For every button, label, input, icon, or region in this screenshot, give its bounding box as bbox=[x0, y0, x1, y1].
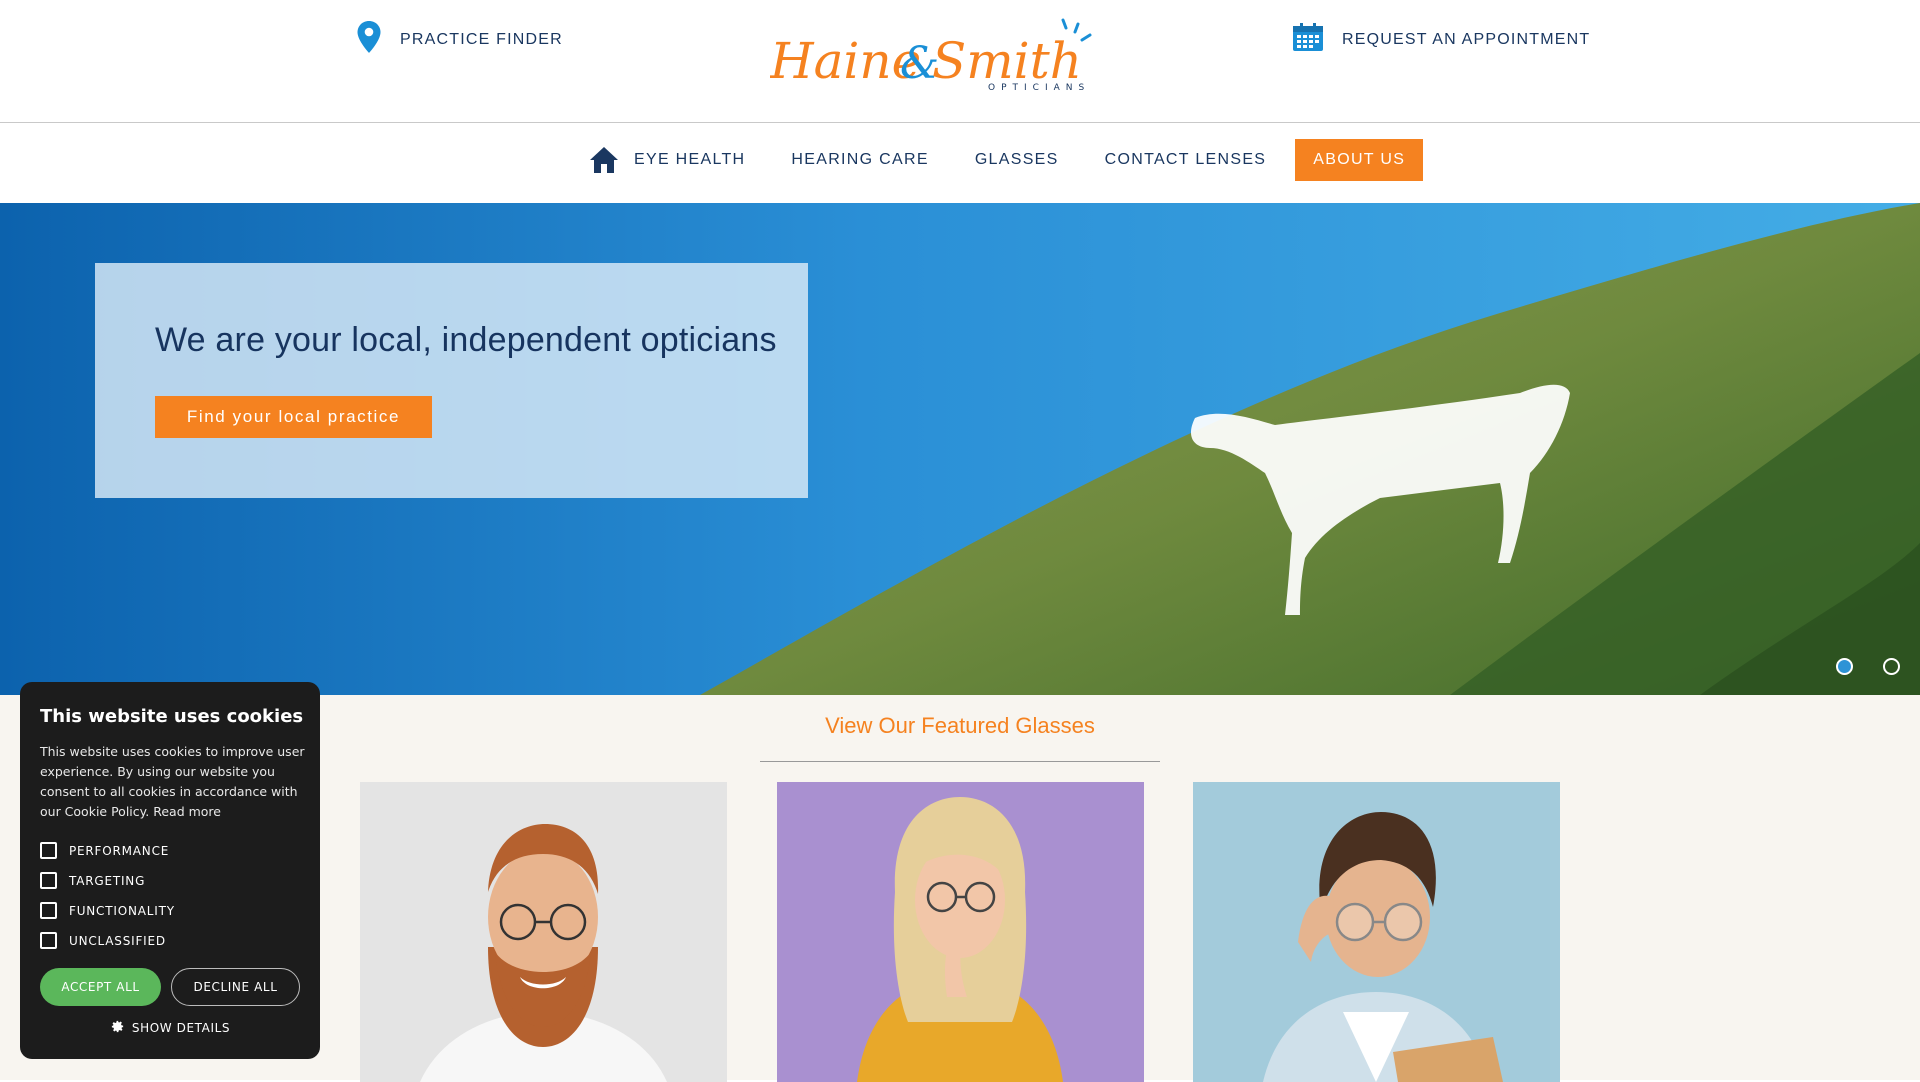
request-appointment-link[interactable]: REQUEST AN APPOINTMENT bbox=[1292, 22, 1590, 57]
cookie-option-functionality[interactable]: FUNCTIONALITY bbox=[40, 902, 175, 919]
nav-item-glasses[interactable]: GLASSES bbox=[952, 139, 1082, 181]
hero-carousel: We are your local, independent opticians… bbox=[0, 203, 1920, 695]
featured-card-woman[interactable] bbox=[777, 782, 1144, 1082]
product-image-man bbox=[360, 782, 727, 1082]
home-icon[interactable] bbox=[586, 142, 622, 178]
product-image-woman bbox=[777, 782, 1144, 1082]
checkbox-targeting[interactable] bbox=[40, 872, 57, 889]
checkbox-performance[interactable] bbox=[40, 842, 57, 859]
cookie-option-performance[interactable]: PERFORMANCE bbox=[40, 842, 169, 859]
nav-item-eye-health[interactable]: EYE HEALTH bbox=[634, 139, 768, 181]
product-image-boy bbox=[1193, 782, 1560, 1082]
show-details-label: SHOW DETAILS bbox=[131, 1021, 231, 1035]
cookie-option-unclassified[interactable]: UNCLASSIFIED bbox=[40, 932, 166, 949]
cookie-option-label: TARGETING bbox=[69, 873, 146, 888]
checkbox-unclassified[interactable] bbox=[40, 932, 57, 949]
cookie-consent-panel: This website uses cookies This website u… bbox=[20, 682, 320, 1059]
featured-card-boy[interactable] bbox=[1193, 782, 1560, 1082]
main-nav: EYE HEALTH HEARING CARE GLASSES CONTACT … bbox=[0, 124, 1920, 203]
featured-card-man[interactable] bbox=[360, 782, 727, 1082]
map-pin-icon bbox=[356, 20, 382, 59]
practice-finder-label: PRACTICE FINDER bbox=[400, 30, 563, 48]
calendar-icon bbox=[1292, 22, 1324, 57]
request-appointment-label: REQUEST AN APPOINTMENT bbox=[1342, 30, 1591, 48]
nav-item-contact-lenses[interactable]: CONTACT LENSES bbox=[1082, 139, 1290, 181]
cookie-option-label: FUNCTIONALITY bbox=[69, 903, 175, 918]
hero-title: We are your local, independent opticians bbox=[155, 321, 777, 359]
cookie-option-label: UNCLASSIFIED bbox=[69, 933, 166, 948]
svg-text:Smith: Smith bbox=[932, 32, 1082, 90]
top-header: PRACTICE FINDER Haine & Smith OPTICIANS … bbox=[0, 0, 1920, 123]
gear-icon bbox=[110, 1019, 125, 1037]
cookie-text: This website uses cookies to improve use… bbox=[40, 742, 305, 822]
carousel-dot-2[interactable] bbox=[1883, 658, 1900, 675]
cookie-title: This website uses cookies bbox=[40, 706, 304, 727]
checkbox-functionality[interactable] bbox=[40, 902, 57, 919]
practice-finder-link[interactable]: PRACTICE FINDER bbox=[356, 20, 563, 59]
decline-all-button[interactable]: DECLINE ALL bbox=[171, 968, 300, 1006]
cookie-option-label: PERFORMANCE bbox=[69, 843, 170, 858]
carousel-dot-1[interactable] bbox=[1836, 658, 1853, 675]
nav-item-about-us[interactable]: ABOUT US bbox=[1295, 139, 1424, 181]
show-details-button[interactable]: SHOW DETAILS bbox=[20, 1019, 320, 1037]
nav-item-hearing-care[interactable]: HEARING CARE bbox=[768, 139, 951, 181]
svg-text:OPTICIANS: OPTICIANS bbox=[988, 83, 1090, 93]
brand-logo[interactable]: Haine & Smith OPTICIANS bbox=[769, 16, 1105, 106]
cookie-option-targeting[interactable]: TARGETING bbox=[40, 872, 145, 889]
accept-all-button[interactable]: ACCEPT ALL bbox=[40, 968, 161, 1006]
hero-card: We are your local, independent opticians… bbox=[95, 263, 808, 498]
read-more-link[interactable]: Read more bbox=[153, 804, 221, 819]
divider bbox=[760, 761, 1160, 762]
svg-text:Haine: Haine bbox=[770, 32, 921, 90]
find-practice-button[interactable]: Find your local practice bbox=[155, 396, 432, 438]
